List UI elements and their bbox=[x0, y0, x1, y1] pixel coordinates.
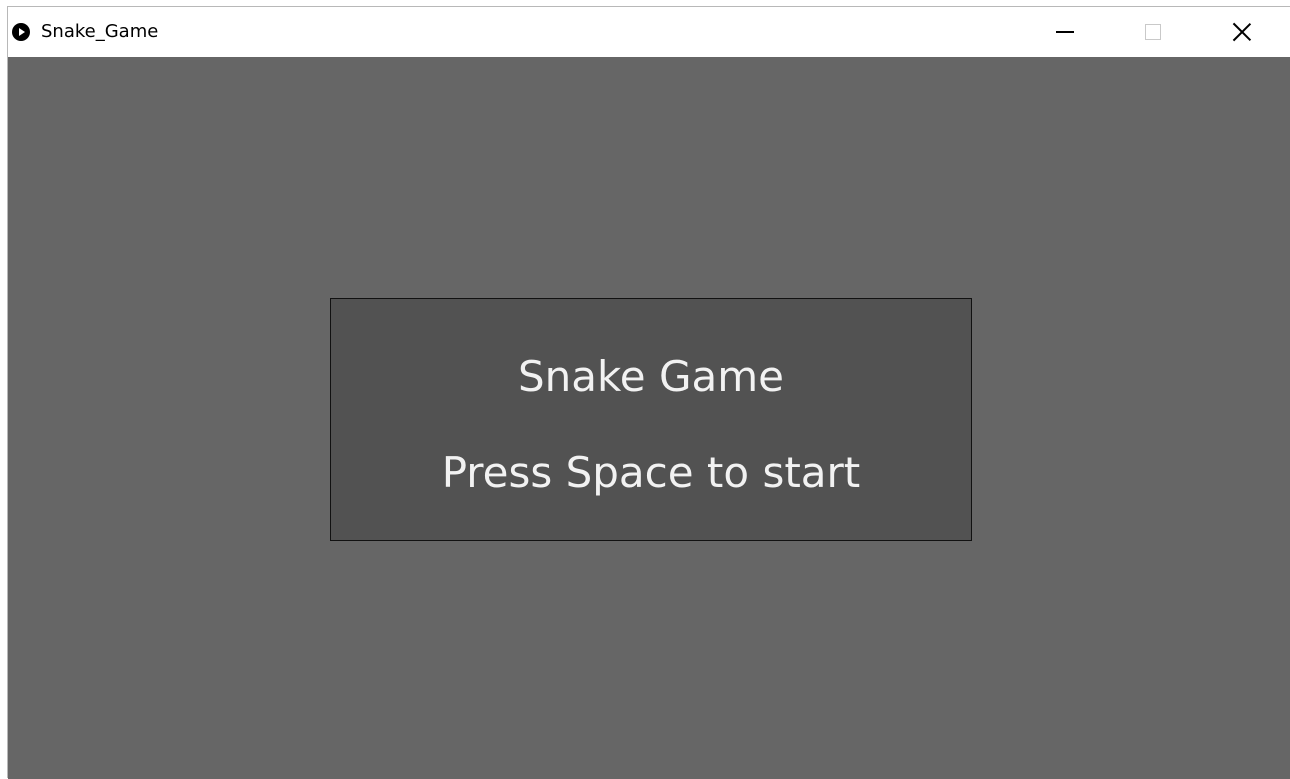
app-window: Snake_Game Snake Game Press Space to sta… bbox=[7, 6, 1290, 779]
minimize-button[interactable] bbox=[1042, 7, 1088, 57]
start-panel: Snake Game Press Space to start bbox=[330, 298, 972, 541]
maximize-button[interactable] bbox=[1130, 7, 1176, 57]
close-icon bbox=[1232, 22, 1252, 42]
start-hint: Press Space to start bbox=[441, 448, 861, 497]
play-circle-icon[interactable] bbox=[12, 23, 30, 41]
game-canvas[interactable]: Snake Game Press Space to start bbox=[8, 57, 1290, 779]
window-title: Snake_Game bbox=[41, 21, 159, 42]
minimize-icon bbox=[1056, 31, 1074, 33]
maximize-icon bbox=[1145, 24, 1161, 40]
game-title: Snake Game bbox=[517, 352, 785, 401]
close-button[interactable] bbox=[1219, 7, 1265, 57]
title-bar[interactable]: Snake_Game bbox=[8, 7, 1290, 57]
